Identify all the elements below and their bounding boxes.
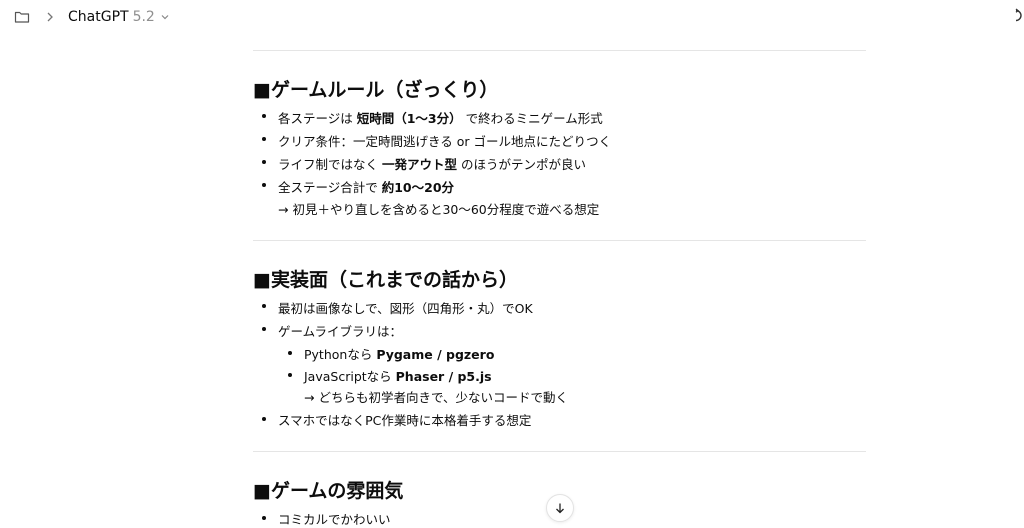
model-name: ChatGPT: [68, 9, 129, 25]
list-item: クリア条件：一定時間逃げきる or ゴール地点にたどりつく: [278, 134, 612, 149]
folder-icon[interactable]: [14, 9, 30, 25]
list-item: コミカルでかわいい: [278, 512, 391, 527]
list-item: ライフ制ではなく 一発アウト型 のほうがテンポが良い: [278, 157, 586, 172]
bullet: [262, 160, 266, 164]
sub-list-item: Pythonなら Pygame / pgzero: [304, 347, 495, 362]
divider: [253, 50, 866, 51]
bullet: [262, 304, 266, 308]
scroll-to-bottom-button[interactable]: [546, 494, 574, 522]
section-heading: ■ゲームルール（ざっくり）: [253, 79, 499, 101]
divider: [253, 451, 866, 452]
arrow-down-icon: [554, 502, 566, 514]
chevron-down-icon: [160, 12, 170, 22]
divider: [253, 240, 866, 241]
section-heading: ■実装面（これまでの話から）: [253, 269, 518, 291]
top-bar: ChatGPT 5.2: [0, 0, 1024, 34]
model-selector-button[interactable]: ChatGPT 5.2: [66, 7, 172, 27]
list-item: 各ステージは 短時間（1〜3分） で終わるミニゲーム形式: [278, 111, 603, 126]
bullet: [288, 351, 292, 355]
list-item: スマホではなくPC作業時に本格着手する想定: [278, 413, 532, 428]
bullet: [262, 137, 266, 141]
list-item: 最初は画像なしで、図形（四角形・丸）でOK: [278, 301, 533, 316]
model-version: 5.2: [132, 9, 155, 25]
bullet: [262, 327, 266, 331]
bullet: [262, 417, 266, 421]
bullet: [262, 183, 266, 187]
share-icon[interactable]: [1010, 8, 1024, 24]
list-note: → 初見＋やり直しを含めると30〜60分程度で遊べる想定: [278, 202, 600, 217]
sub-list-note: → どちらも初学者向きで、少ないコードで動く: [304, 390, 568, 405]
bullet: [262, 114, 266, 118]
bullet: [262, 516, 266, 520]
list-item: 全ステージ合計で 約10〜20分: [278, 180, 455, 195]
sub-list-item: JavaScriptなら Phaser / p5.js: [304, 369, 492, 384]
bullet: [288, 373, 292, 377]
chevron-right-icon: [44, 11, 56, 23]
section-heading: ■ゲームの雰囲気: [253, 480, 404, 502]
list-item: ゲームライブラリは：: [278, 324, 403, 339]
